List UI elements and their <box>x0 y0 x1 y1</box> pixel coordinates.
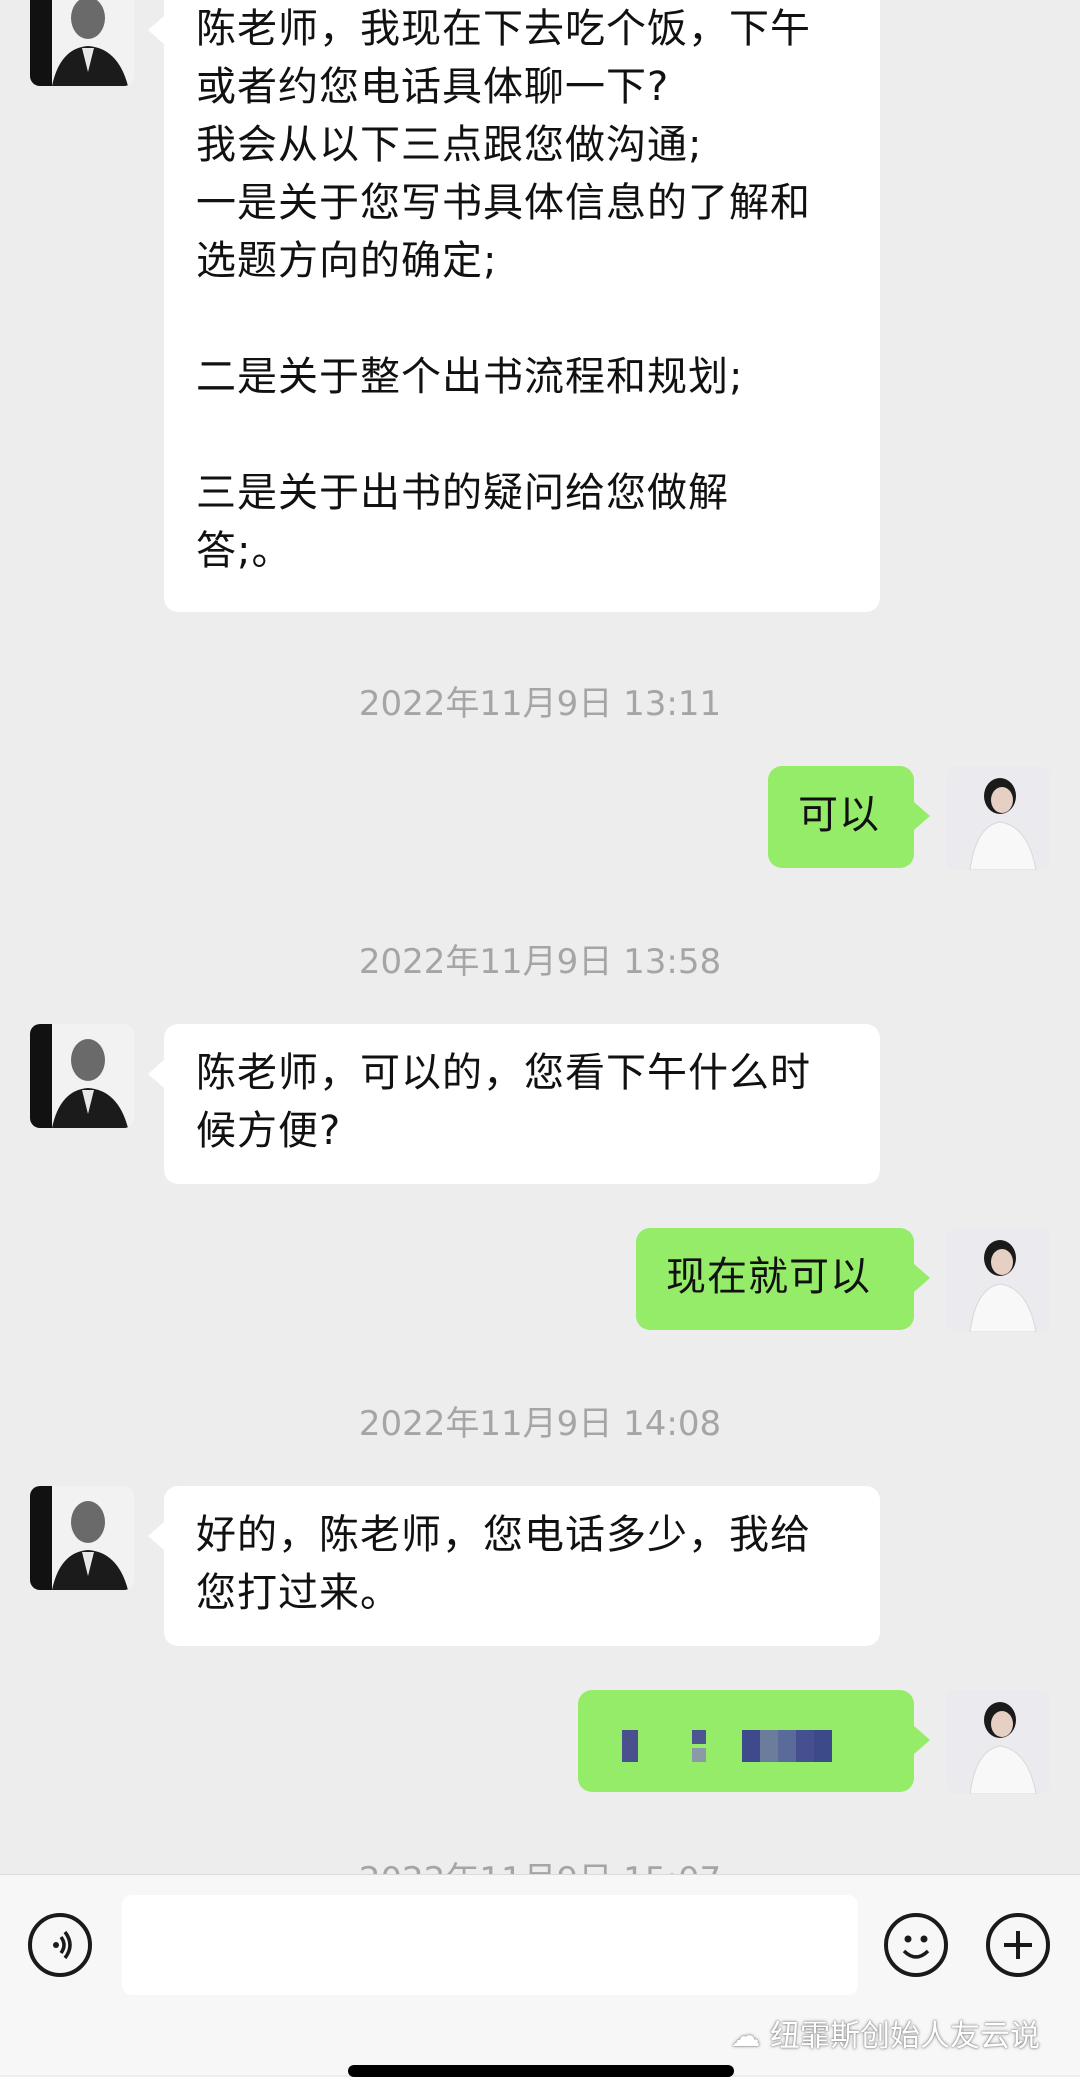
voice-icon[interactable] <box>28 1913 92 1977</box>
contact-avatar[interactable] <box>30 1486 134 1590</box>
message-bubble-sent[interactable]: 可以 <box>768 766 930 868</box>
message-timestamp: 2022年11月9日 14:08 <box>358 1404 722 1444</box>
message-bubble-received[interactable]: 好的，陈老师，您电话多少，我给 您打过来。 <box>148 1486 880 1646</box>
my-avatar[interactable] <box>946 1690 1050 1794</box>
wechat-logo-icon: ☁ <box>730 2019 770 2054</box>
home-indicator[interactable] <box>348 2065 734 2077</box>
my-avatar[interactable] <box>946 766 1050 870</box>
pixelated-redaction <box>622 1730 832 1762</box>
contact-avatar[interactable] <box>30 0 134 86</box>
message-input[interactable] <box>122 1895 858 1995</box>
watermark: ☁ 纽霏斯创始人友云说 <box>730 2019 1040 2054</box>
message-timestamp: 2022年11月9日 13:58 <box>358 942 722 982</box>
message-bubble-received[interactable]: 陈老师，我现在下去吃个饭，下午 或者约您电话具体聊一下? 我会从以下三点跟您做沟… <box>148 0 880 612</box>
message-bubble-sent[interactable]: 现在就可以 <box>636 1228 930 1330</box>
emoji-icon[interactable] <box>884 1913 948 1977</box>
message-bubble-received[interactable]: 陈老师，可以的，您看下午什么时 候方便? <box>148 1024 880 1184</box>
chat-input-bar: ☁ 纽霏斯创始人友云说 <box>0 1874 1080 2077</box>
contact-avatar[interactable] <box>30 1024 134 1128</box>
plus-icon[interactable] <box>986 1913 1050 1977</box>
my-avatar[interactable] <box>946 1228 1050 1332</box>
message-bubble-sent-redacted[interactable] <box>578 1690 930 1792</box>
message-timestamp: 2022年11月9日 13:11 <box>358 684 722 724</box>
